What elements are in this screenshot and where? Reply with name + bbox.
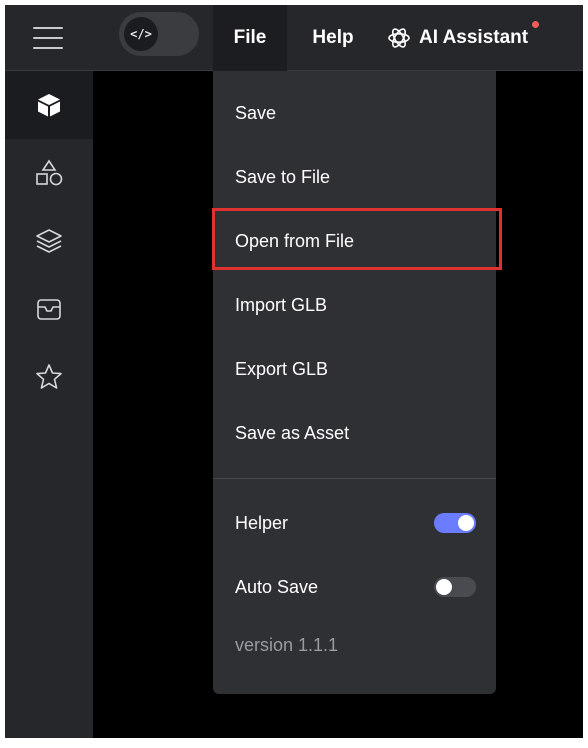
- menu-item-save[interactable]: Save: [213, 81, 496, 145]
- top-bar: </> File Help AI Assistant: [5, 5, 583, 71]
- code-icon: </>: [124, 17, 158, 51]
- ai-assistant-icon: [388, 28, 410, 48]
- highlight-box: [212, 208, 502, 270]
- menu-item-save-as-asset[interactable]: Save as Asset: [213, 401, 496, 465]
- helper-label: Helper: [235, 512, 289, 533]
- app-window: </> File Help AI Assistant Save Save to …: [5, 5, 583, 738]
- toggle-knob: [458, 515, 474, 531]
- menu-item-label: Save to File: [235, 166, 331, 187]
- menu-item-label: Save: [235, 102, 277, 123]
- help-menu-label: Help: [312, 27, 354, 48]
- auto-save-label: Auto Save: [235, 576, 319, 597]
- menu-item-label: Save as Asset: [235, 422, 350, 443]
- file-menu-label: File: [233, 27, 267, 48]
- sidebar-item-shapes[interactable]: [5, 139, 93, 207]
- menu-item-helper[interactable]: Helper: [213, 491, 496, 555]
- sidebar-item-assets[interactable]: [5, 275, 93, 343]
- cube-icon: [38, 94, 60, 117]
- file-menu-button[interactable]: File: [213, 5, 287, 71]
- sidebar: [5, 71, 93, 738]
- sidebar-item-favorites[interactable]: [5, 343, 93, 411]
- toggle-knob: [436, 579, 452, 595]
- sidebar-item-layers[interactable]: [5, 207, 93, 275]
- star-icon: [36, 364, 62, 389]
- notification-dot: [532, 21, 539, 28]
- auto-save-toggle[interactable]: [434, 577, 476, 597]
- hamburger-menu-icon[interactable]: [33, 26, 63, 50]
- helper-toggle[interactable]: [434, 513, 476, 533]
- menu-divider: [213, 478, 496, 479]
- file-dropdown-menu: Save Save to File Open from File Import …: [213, 71, 496, 694]
- sidebar-item-objects[interactable]: [5, 71, 93, 139]
- menu-item-export-glb[interactable]: Export GLB: [213, 337, 496, 401]
- ai-assistant-label: AI Assistant: [419, 27, 529, 48]
- version-label: version 1.1.1: [235, 635, 339, 655]
- code-view-toggle[interactable]: </>: [119, 12, 199, 56]
- inbox-icon: [37, 299, 61, 320]
- shapes-icon: [36, 159, 63, 186]
- menu-item-label: Import GLB: [235, 294, 328, 315]
- menu-item-label: Export GLB: [235, 358, 329, 379]
- menu-item-import-glb[interactable]: Import GLB: [213, 273, 496, 337]
- ai-assistant-button[interactable]: AI Assistant: [387, 5, 537, 71]
- menu-item-auto-save[interactable]: Auto Save: [213, 555, 496, 619]
- menu-item-save-to-file[interactable]: Save to File: [213, 145, 496, 209]
- layers-icon: [36, 229, 62, 253]
- help-menu-button[interactable]: Help: [295, 5, 371, 71]
